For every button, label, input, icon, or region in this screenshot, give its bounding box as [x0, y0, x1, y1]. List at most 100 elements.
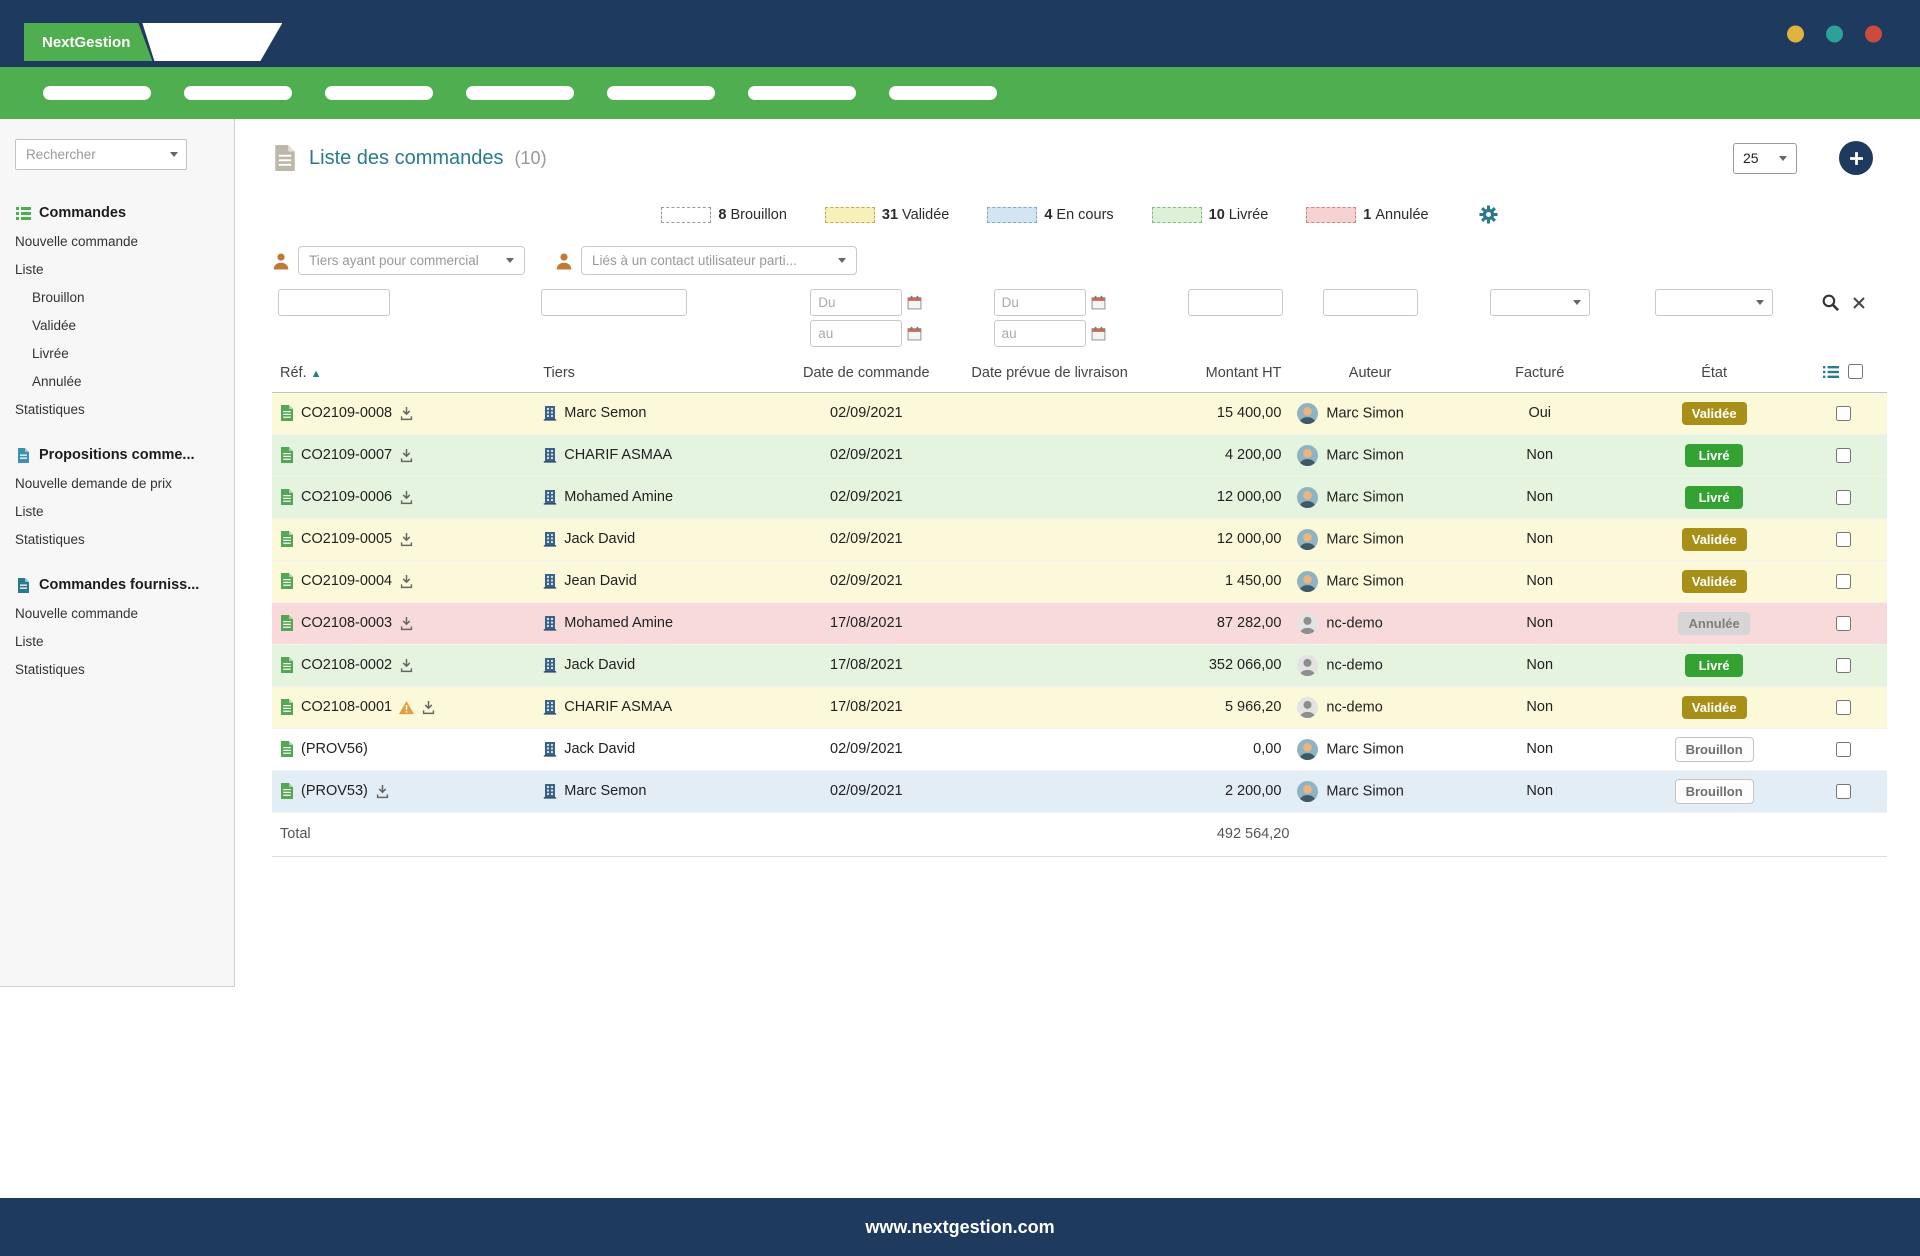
order-row[interactable]: (PROV56) Jack David 02/09/2021 0,00 Marc… [272, 728, 1887, 771]
sidebar-title-propositions[interactable]: Propositions comme... [0, 440, 234, 470]
author-link[interactable]: Marc Simon [1326, 531, 1403, 547]
thirdparty-link[interactable]: Marc Semon [564, 783, 646, 799]
order-row[interactable]: CO2108-0001 CHARIF ASMAA 17/08/2021 5 96… [272, 686, 1887, 729]
order-row[interactable]: CO2109-0007 CHARIF ASMAA 02/09/2021 4 20… [272, 434, 1887, 477]
page-title[interactable]: Liste des commandes [309, 147, 504, 170]
tiers-filter-input[interactable] [541, 289, 688, 316]
row-checkbox[interactable] [1835, 405, 1851, 421]
sidebar-item[interactable]: Statistiques [0, 656, 234, 684]
column-header-label[interactable]: Date prévue de livraison [971, 365, 1127, 381]
author-link[interactable]: nc-demo [1326, 699, 1382, 715]
menu-item-redacted[interactable] [325, 86, 433, 100]
row-checkbox[interactable] [1835, 741, 1851, 757]
order-ref-link[interactable]: CO2109-0004 [301, 573, 392, 589]
download-icon[interactable] [399, 574, 414, 589]
thirdparty-link[interactable]: CHARIF ASMAA [564, 447, 672, 463]
contact-filter-select[interactable]: Liés à un contact utilisateur parti... [581, 246, 857, 275]
author-link[interactable]: Marc Simon [1326, 447, 1403, 463]
download-icon[interactable] [399, 448, 414, 463]
order-ref-link[interactable]: (PROV53) [301, 783, 368, 799]
status-filter-select[interactable] [1655, 289, 1774, 316]
menu-item-redacted[interactable] [43, 86, 151, 100]
clear-filters-icon[interactable] [1852, 296, 1866, 313]
sidebar-item[interactable]: Validée [0, 312, 234, 340]
row-checkbox[interactable] [1835, 447, 1851, 463]
sort-asc-icon[interactable]: ▲ [311, 368, 322, 380]
calendar-icon[interactable] [907, 295, 922, 310]
sidebar-title-fournisseurs[interactable]: Commandes fourniss... [0, 570, 234, 600]
commercial-filter-select[interactable]: Tiers ayant pour commercial [298, 246, 525, 275]
thirdparty-link[interactable]: Mohamed Amine [564, 489, 673, 505]
order-ref-link[interactable]: CO2109-0006 [301, 489, 392, 505]
sidebar-item[interactable]: Liste [0, 498, 234, 526]
topbar-dot-teal[interactable] [1826, 25, 1843, 42]
row-checkbox[interactable] [1835, 573, 1851, 589]
delivery-date-from-input[interactable] [993, 289, 1086, 316]
row-checkbox[interactable] [1835, 489, 1851, 505]
thirdparty-link[interactable]: Marc Semon [564, 405, 646, 421]
order-ref-link[interactable]: CO2109-0005 [301, 531, 392, 547]
menu-item-redacted[interactable] [607, 86, 715, 100]
order-row[interactable]: CO2108-0003 Mohamed Amine 17/08/2021 87 … [272, 602, 1887, 645]
thirdparty-link[interactable]: Jack David [564, 741, 635, 757]
order-ref-link[interactable]: CO2108-0002 [301, 657, 392, 673]
author-link[interactable]: nc-demo [1326, 615, 1382, 631]
order-row[interactable]: CO2108-0002 Jack David 17/08/2021 352 06… [272, 644, 1887, 687]
download-icon[interactable] [421, 700, 436, 715]
topbar-dot-red[interactable] [1865, 25, 1882, 42]
app-logo[interactable]: NextGestion [24, 23, 152, 61]
sidebar-item[interactable]: Nouvelle commande [0, 600, 234, 628]
list-fields-icon[interactable] [1823, 365, 1840, 379]
download-icon[interactable] [375, 784, 390, 799]
delivery-date-to-input[interactable] [993, 320, 1086, 347]
create-order-button[interactable] [1839, 141, 1873, 175]
sidebar-item[interactable]: Annulée [0, 368, 234, 396]
author-link[interactable]: Marc Simon [1326, 405, 1403, 421]
footer-url[interactable]: www.nextgestion.com [865, 1217, 1054, 1238]
column-header-label[interactable]: Tiers [543, 365, 575, 381]
order-ref-link[interactable]: CO2108-0003 [301, 615, 392, 631]
chevron-down-icon[interactable] [170, 152, 178, 157]
order-ref-link[interactable]: CO2109-0007 [301, 447, 392, 463]
column-header-label[interactable]: Réf. [280, 365, 307, 381]
ref-filter-input[interactable] [278, 289, 390, 316]
thirdparty-link[interactable]: CHARIF ASMAA [564, 699, 672, 715]
row-checkbox[interactable] [1835, 783, 1851, 799]
menu-item-redacted[interactable] [466, 86, 574, 100]
menu-item-redacted[interactable] [184, 86, 292, 100]
sidebar-title-commandes[interactable]: Commandes [0, 198, 234, 228]
thirdparty-link[interactable]: Jean David [564, 573, 637, 589]
search-icon[interactable] [1821, 293, 1840, 315]
billed-filter-select[interactable] [1489, 289, 1590, 316]
calendar-icon[interactable] [907, 326, 922, 341]
row-checkbox[interactable] [1835, 699, 1851, 715]
sidebar-item[interactable]: Nouvelle commande [0, 228, 234, 256]
author-filter-input[interactable] [1322, 289, 1418, 316]
sidebar-item[interactable]: Statistiques [0, 526, 234, 554]
order-date-to-input[interactable] [810, 320, 903, 347]
download-icon[interactable] [399, 490, 414, 505]
order-row[interactable]: CO2109-0008 Marc Semon 02/09/2021 15 400… [272, 392, 1887, 435]
column-header-label[interactable]: État [1701, 365, 1727, 381]
order-row[interactable]: (PROV53) Marc Semon 02/09/2021 2 200,00 … [272, 770, 1887, 813]
topbar-dot-yellow[interactable] [1787, 25, 1804, 42]
thirdparty-link[interactable]: Mohamed Amine [564, 615, 673, 631]
order-date-from-input[interactable] [810, 289, 903, 316]
order-row[interactable]: CO2109-0005 Jack David 02/09/2021 12 000… [272, 518, 1887, 561]
sidebar-item[interactable]: Liste [0, 628, 234, 656]
author-link[interactable]: Marc Simon [1326, 741, 1403, 757]
author-link[interactable]: Marc Simon [1326, 573, 1403, 589]
author-link[interactable]: Marc Simon [1326, 489, 1403, 505]
legend-settings-button[interactable] [1479, 205, 1498, 224]
page-size-select[interactable]: 25 [1733, 142, 1797, 174]
sidebar-item[interactable]: Statistiques [0, 396, 234, 424]
column-header-label[interactable]: Auteur [1349, 365, 1392, 381]
row-checkbox[interactable] [1835, 615, 1851, 631]
thirdparty-link[interactable]: Jack David [564, 657, 635, 673]
sidebar-item[interactable]: Livrée [0, 340, 234, 368]
author-link[interactable]: Marc Simon [1326, 783, 1403, 799]
sidebar-item[interactable]: Brouillon [0, 284, 234, 312]
column-header-label[interactable]: Date de commande [803, 365, 930, 381]
order-ref-link[interactable]: (PROV56) [301, 741, 368, 757]
sidebar-item[interactable]: Nouvelle demande de prix [0, 470, 234, 498]
